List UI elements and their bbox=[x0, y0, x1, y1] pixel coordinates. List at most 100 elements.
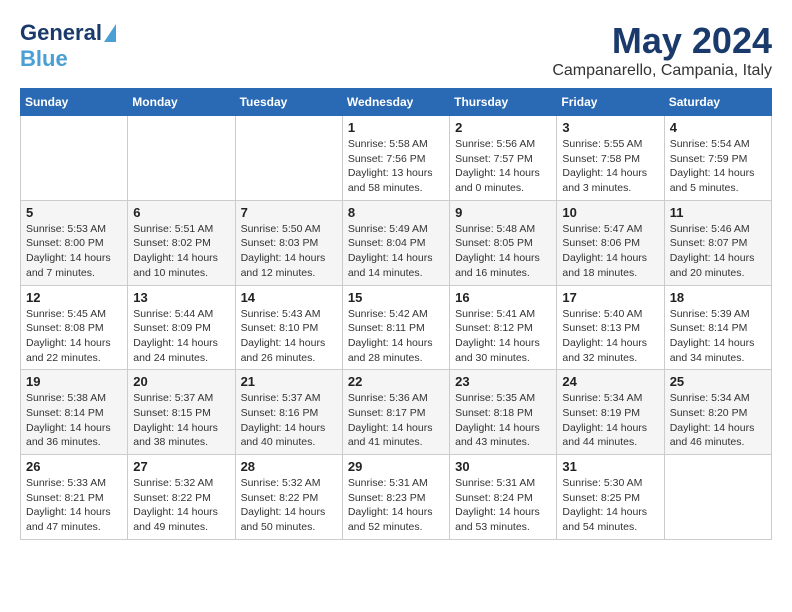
day-info: Sunrise: 5:37 AMSunset: 8:15 PMDaylight:… bbox=[133, 391, 229, 450]
day-info: Sunrise: 5:31 AMSunset: 8:23 PMDaylight:… bbox=[348, 476, 444, 535]
calendar-cell: 18 Sunrise: 5:39 AMSunset: 8:14 PMDayligh… bbox=[664, 285, 771, 370]
header-monday: Monday bbox=[128, 89, 235, 116]
day-number: 30 bbox=[455, 459, 551, 474]
week-row-4: 26 Sunrise: 5:33 AMSunset: 8:21 PMDayligh… bbox=[21, 455, 772, 540]
day-number: 8 bbox=[348, 205, 444, 220]
day-info: Sunrise: 5:44 AMSunset: 8:09 PMDaylight:… bbox=[133, 307, 229, 366]
day-info: Sunrise: 5:45 AMSunset: 8:08 PMDaylight:… bbox=[26, 307, 122, 366]
calendar-cell: 29Sunrise: 5:31 AMSunset: 8:23 PMDayligh… bbox=[342, 455, 449, 540]
day-info: Sunrise: 5:55 AMSunset: 7:58 PMDaylight:… bbox=[562, 137, 658, 196]
day-info: Sunrise: 5:47 AMSunset: 8:06 PMDaylight:… bbox=[562, 222, 658, 281]
day-info: Sunrise: 5:54 AMSunset: 7:59 PMDaylight:… bbox=[670, 137, 766, 196]
calendar-cell: 27 Sunrise: 5:32 AMSunset: 8:22 PMDayligh… bbox=[128, 455, 235, 540]
calendar-cell: 2Sunrise: 5:56 AMSunset: 7:57 PMDaylight… bbox=[450, 116, 557, 201]
day-number: 21 bbox=[241, 374, 337, 389]
header-wednesday: Wednesday bbox=[342, 89, 449, 116]
day-number: 27 bbox=[133, 459, 229, 474]
day-info: Sunrise: 5:32 AMSunset: 8:22 PMDaylight:… bbox=[241, 476, 337, 535]
day-number: 3 bbox=[562, 120, 658, 135]
day-info: Sunrise: 5:39 AMSunset: 8:14 PMDaylight:… bbox=[670, 307, 766, 366]
month-title: May 2024 bbox=[552, 20, 772, 62]
header-friday: Friday bbox=[557, 89, 664, 116]
week-row-2: 12 Sunrise: 5:45 AMSunset: 8:08 PMDayligh… bbox=[21, 285, 772, 370]
calendar-cell: 13 Sunrise: 5:44 AMSunset: 8:09 PMDayligh… bbox=[128, 285, 235, 370]
header: General Blue May 2024 Campanarello, Camp… bbox=[20, 20, 772, 80]
calendar-cell: 15 Sunrise: 5:42 AMSunset: 8:11 PMDayligh… bbox=[342, 285, 449, 370]
calendar-cell: 9Sunrise: 5:48 AMSunset: 8:05 PMDaylight… bbox=[450, 200, 557, 285]
day-info: Sunrise: 5:58 AMSunset: 7:56 PMDaylight:… bbox=[348, 137, 444, 196]
day-info: Sunrise: 5:43 AMSunset: 8:10 PMDaylight:… bbox=[241, 307, 337, 366]
logo-triangle-icon bbox=[104, 24, 116, 42]
week-row-0: 1Sunrise: 5:58 AMSunset: 7:56 PMDaylight… bbox=[21, 116, 772, 201]
day-info: Sunrise: 5:37 AMSunset: 8:16 PMDaylight:… bbox=[241, 391, 337, 450]
day-number: 17 bbox=[562, 290, 658, 305]
calendar-cell: 30Sunrise: 5:31 AMSunset: 8:24 PMDayligh… bbox=[450, 455, 557, 540]
calendar-cell bbox=[664, 455, 771, 540]
calendar-header-row: SundayMondayTuesdayWednesdayThursdayFrid… bbox=[21, 89, 772, 116]
day-number: 5 bbox=[26, 205, 122, 220]
calendar-cell: 5 Sunrise: 5:53 AMSunset: 8:00 PMDaylight… bbox=[21, 200, 128, 285]
day-number: 6 bbox=[133, 205, 229, 220]
day-number: 7 bbox=[241, 205, 337, 220]
day-number: 23 bbox=[455, 374, 551, 389]
calendar-cell: 25Sunrise: 5:34 AMSunset: 8:20 PMDayligh… bbox=[664, 370, 771, 455]
day-info: Sunrise: 5:42 AMSunset: 8:11 PMDaylight:… bbox=[348, 307, 444, 366]
calendar-cell: 7 Sunrise: 5:50 AMSunset: 8:03 PMDaylight… bbox=[235, 200, 342, 285]
day-info: Sunrise: 5:35 AMSunset: 8:18 PMDaylight:… bbox=[455, 391, 551, 450]
header-thursday: Thursday bbox=[450, 89, 557, 116]
day-number: 4 bbox=[670, 120, 766, 135]
calendar-cell: 12 Sunrise: 5:45 AMSunset: 8:08 PMDayligh… bbox=[21, 285, 128, 370]
header-saturday: Saturday bbox=[664, 89, 771, 116]
calendar-cell: 8 Sunrise: 5:49 AMSunset: 8:04 PMDaylight… bbox=[342, 200, 449, 285]
day-info: Sunrise: 5:49 AMSunset: 8:04 PMDaylight:… bbox=[348, 222, 444, 281]
day-info: Sunrise: 5:34 AMSunset: 8:20 PMDaylight:… bbox=[670, 391, 766, 450]
day-info: Sunrise: 5:48 AMSunset: 8:05 PMDaylight:… bbox=[455, 222, 551, 281]
day-number: 11 bbox=[670, 205, 766, 220]
day-number: 18 bbox=[670, 290, 766, 305]
calendar-table: SundayMondayTuesdayWednesdayThursdayFrid… bbox=[20, 88, 772, 540]
day-number: 12 bbox=[26, 290, 122, 305]
day-info: Sunrise: 5:34 AMSunset: 8:19 PMDaylight:… bbox=[562, 391, 658, 450]
day-info: Sunrise: 5:32 AMSunset: 8:22 PMDaylight:… bbox=[133, 476, 229, 535]
calendar-cell: 21 Sunrise: 5:37 AMSunset: 8:16 PMDayligh… bbox=[235, 370, 342, 455]
day-number: 19 bbox=[26, 374, 122, 389]
day-number: 22 bbox=[348, 374, 444, 389]
day-info: Sunrise: 5:51 AMSunset: 8:02 PMDaylight:… bbox=[133, 222, 229, 281]
calendar-cell: 3 Sunrise: 5:55 AMSunset: 7:58 PMDaylight… bbox=[557, 116, 664, 201]
location-subtitle: Campanarello, Campania, Italy bbox=[552, 62, 772, 80]
logo: General Blue bbox=[20, 20, 116, 72]
calendar-cell bbox=[128, 116, 235, 201]
day-number: 10 bbox=[562, 205, 658, 220]
calendar-cell: 11 Sunrise: 5:46 AMSunset: 8:07 PMDayligh… bbox=[664, 200, 771, 285]
day-info: Sunrise: 5:46 AMSunset: 8:07 PMDaylight:… bbox=[670, 222, 766, 281]
day-number: 16 bbox=[455, 290, 551, 305]
day-info: Sunrise: 5:56 AMSunset: 7:57 PMDaylight:… bbox=[455, 137, 551, 196]
logo-blue: Blue bbox=[20, 46, 68, 72]
calendar-cell: 4 Sunrise: 5:54 AMSunset: 7:59 PMDaylight… bbox=[664, 116, 771, 201]
calendar-cell: 19 Sunrise: 5:38 AMSunset: 8:14 PMDayligh… bbox=[21, 370, 128, 455]
day-number: 31 bbox=[562, 459, 658, 474]
day-info: Sunrise: 5:50 AMSunset: 8:03 PMDaylight:… bbox=[241, 222, 337, 281]
calendar-cell: 16 Sunrise: 5:41 AMSunset: 8:12 PMDayligh… bbox=[450, 285, 557, 370]
title-section: May 2024 Campanarello, Campania, Italy bbox=[552, 20, 772, 80]
calendar-cell: 10 Sunrise: 5:47 AMSunset: 8:06 PMDayligh… bbox=[557, 200, 664, 285]
header-tuesday: Tuesday bbox=[235, 89, 342, 116]
day-info: Sunrise: 5:53 AMSunset: 8:00 PMDaylight:… bbox=[26, 222, 122, 281]
day-number: 15 bbox=[348, 290, 444, 305]
day-number: 20 bbox=[133, 374, 229, 389]
calendar-cell: 20 Sunrise: 5:37 AMSunset: 8:15 PMDayligh… bbox=[128, 370, 235, 455]
calendar-cell: 28 Sunrise: 5:32 AMSunset: 8:22 PMDayligh… bbox=[235, 455, 342, 540]
day-number: 13 bbox=[133, 290, 229, 305]
week-row-3: 19 Sunrise: 5:38 AMSunset: 8:14 PMDayligh… bbox=[21, 370, 772, 455]
calendar-cell: 17Sunrise: 5:40 AMSunset: 8:13 PMDayligh… bbox=[557, 285, 664, 370]
day-number: 28 bbox=[241, 459, 337, 474]
calendar-cell: 23 Sunrise: 5:35 AMSunset: 8:18 PMDayligh… bbox=[450, 370, 557, 455]
day-info: Sunrise: 5:38 AMSunset: 8:14 PMDaylight:… bbox=[26, 391, 122, 450]
day-info: Sunrise: 5:30 AMSunset: 8:25 PMDaylight:… bbox=[562, 476, 658, 535]
day-info: Sunrise: 5:33 AMSunset: 8:21 PMDaylight:… bbox=[26, 476, 122, 535]
day-info: Sunrise: 5:41 AMSunset: 8:12 PMDaylight:… bbox=[455, 307, 551, 366]
calendar-cell: 14Sunrise: 5:43 AMSunset: 8:10 PMDayligh… bbox=[235, 285, 342, 370]
calendar-cell: 26 Sunrise: 5:33 AMSunset: 8:21 PMDayligh… bbox=[21, 455, 128, 540]
day-number: 26 bbox=[26, 459, 122, 474]
calendar-cell bbox=[21, 116, 128, 201]
